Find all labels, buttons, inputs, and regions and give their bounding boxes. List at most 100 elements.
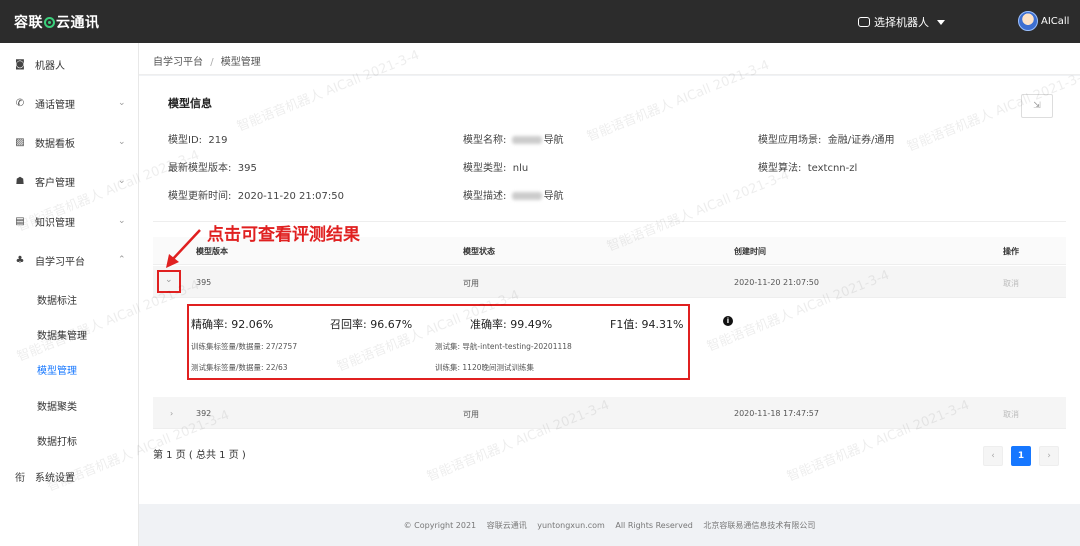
- annotation-text: 点击可查看评测结果: [207, 225, 360, 245]
- sidebar-subitem-labeling[interactable]: 数据打标: [37, 433, 77, 448]
- next-page-button[interactable]: ›: [1039, 446, 1059, 466]
- model-desc-value: 导航: [543, 191, 564, 202]
- breadcrumb-parent[interactable]: 自学习平台: [153, 57, 203, 68]
- model-scene-label: 模型应用场景:: [758, 135, 822, 146]
- sidebar: ◙ 机器人 ✆ 通话管理 ⌄ ▨ 数据看板 ⌄ ☗ 客户管理 ⌄ ▤ 知识管理 …: [0, 43, 139, 546]
- brand-logo: 容联 云通讯: [14, 12, 100, 32]
- sidebar-item-label: 机器人: [35, 60, 65, 72]
- breadcrumb-bar: 自学习平台 / 模型管理: [139, 43, 1080, 75]
- user-menu[interactable]: AICall: [1018, 11, 1069, 31]
- learn-icon: ♣: [15, 254, 25, 266]
- table-row: 395 可用 2020-11-20 21:07:50 取消: [153, 266, 1066, 298]
- test-label-count: 测试集标签量/数据量: 22/63: [191, 363, 288, 372]
- model-name: 模型名称: 导航: [463, 131, 564, 146]
- sidebar-item-robot[interactable]: ◙ 机器人: [0, 54, 139, 74]
- phone-icon: ✆: [15, 97, 25, 109]
- row-version: 392: [196, 409, 212, 418]
- chevron-down-icon: ⌄: [118, 98, 126, 108]
- row-created: 2020-11-20 21:07:50: [734, 278, 819, 287]
- chevron-down-icon: ⌄: [165, 275, 173, 285]
- chevron-right-icon[interactable]: ›: [170, 409, 173, 418]
- brand-left: 容联: [14, 15, 43, 31]
- footer-company-short: 容联云通讯: [486, 521, 527, 530]
- recall-value: 召回率: 96.67%: [330, 318, 413, 331]
- page-1-button[interactable]: 1: [1011, 446, 1031, 466]
- footer: © Copyright 2021 容联云通讯 yuntongxun.com Al…: [0, 520, 1080, 531]
- breadcrumb-current: 模型管理: [220, 57, 261, 68]
- sidebar-item-label: 自学习平台: [35, 256, 85, 268]
- eval-detail-panel: 精确率: 92.06% 召回率: 96.67% 准确率: 99.49% F1值:…: [187, 304, 690, 380]
- model-type-value: nlu: [512, 163, 529, 174]
- model-card: 模型信息 ⇲ 模型ID: 219 模型名称: 导航 模型应用场景: 金融/证券/…: [139, 76, 1080, 504]
- sidebar-item-customers[interactable]: ☗ 客户管理 ⌄: [0, 171, 139, 191]
- breadcrumb-separator: /: [210, 57, 214, 68]
- model-desc: 模型描述: 导航: [463, 187, 564, 202]
- footer-company-full: 北京容联易通信息技术有限公司: [703, 521, 816, 530]
- model-version: 最新模型版本: 395: [168, 159, 257, 174]
- row-action[interactable]: 取消: [1003, 278, 1019, 289]
- chevron-down-icon: ⌄: [118, 216, 126, 226]
- table-row: › 392 可用 2020-11-18 17:47:57 取消: [153, 397, 1066, 429]
- model-id: 模型ID: 219: [168, 131, 227, 146]
- footer-domain[interactable]: yuntongxun.com: [537, 521, 605, 530]
- header-actions: 操作: [1003, 247, 1019, 256]
- sidebar-item-label: 客户管理: [35, 177, 75, 189]
- model-updated-label: 模型更新时间:: [168, 191, 232, 202]
- settings-icon: 衔: [15, 472, 25, 484]
- sidebar-item-learning[interactable]: ♣ 自学习平台 ⌃: [0, 250, 139, 270]
- row-created: 2020-11-18 17:47:57: [734, 409, 819, 418]
- export-button[interactable]: ⇲: [1021, 94, 1053, 118]
- sidebar-subitem-annotation[interactable]: 数据标注: [37, 292, 77, 307]
- page-title: 模型信息: [168, 97, 212, 110]
- row-status: 可用: [463, 279, 479, 288]
- brand-dot-icon: [44, 17, 55, 28]
- model-scene-value: 金融/证券/通用: [827, 135, 895, 146]
- sidebar-item-label: 通话管理: [35, 99, 75, 111]
- sidebar-item-calls[interactable]: ✆ 通话管理 ⌄: [0, 93, 139, 113]
- model-scene: 模型应用场景: 金融/证券/通用: [758, 131, 894, 146]
- header-created: 创建时间: [734, 247, 766, 256]
- model-updated: 模型更新时间: 2020-11-20 21:07:50: [168, 187, 344, 202]
- model-name-value: 导航: [543, 135, 564, 146]
- model-algo-value: textcnn-zl: [807, 163, 858, 174]
- users-icon: ☗: [15, 175, 25, 187]
- sidebar-item-label: 系统设置: [35, 472, 75, 484]
- expand-row-button[interactable]: ⌄: [157, 270, 181, 293]
- model-algo: 模型算法: textcnn-zl: [758, 159, 857, 174]
- robot-select-label: 选择机器人: [874, 16, 929, 29]
- sidebar-item-dashboard[interactable]: ▨ 数据看板 ⌄: [0, 132, 139, 152]
- row-action[interactable]: 取消: [1003, 409, 1019, 420]
- info-icon[interactable]: i: [723, 316, 733, 326]
- model-type-label: 模型类型:: [463, 163, 507, 174]
- brand-right: 云通讯: [56, 15, 100, 31]
- user-name: AICall: [1041, 15, 1070, 27]
- precision-value: 精确率: 92.06%: [191, 318, 274, 331]
- model-updated-value: 2020-11-20 21:07:50: [237, 191, 344, 202]
- row-status: 可用: [463, 410, 479, 419]
- model-type: 模型类型: nlu: [463, 159, 528, 174]
- export-icon: ⇲: [1033, 101, 1041, 111]
- model-name-label: 模型名称:: [463, 135, 507, 146]
- breadcrumb: 自学习平台 / 模型管理: [153, 53, 261, 68]
- sidebar-subitem-models[interactable]: 模型管理: [37, 362, 77, 377]
- f1-value: F1值: 94.31%: [610, 318, 684, 331]
- chevron-down-icon: ⌄: [118, 176, 126, 186]
- sidebar-subitem-datasets[interactable]: 数据集管理: [37, 327, 87, 342]
- sidebar-subitem-clustering[interactable]: 数据聚类: [37, 398, 77, 413]
- sidebar-item-settings[interactable]: 衔 系统设置: [0, 466, 139, 486]
- chevron-down-icon: ⌄: [118, 137, 126, 147]
- train-label-count: 训练集标签量/数据量: 27/2757: [191, 342, 298, 351]
- robot-select-dropdown[interactable]: 选择机器人: [858, 14, 945, 30]
- model-version-label: 最新模型版本:: [168, 163, 232, 174]
- chevron-up-icon: ⌃: [118, 255, 126, 265]
- prev-page-button[interactable]: ‹: [983, 446, 1003, 466]
- robot-icon: [858, 17, 870, 27]
- footer-rights: All Rights Reserved: [615, 521, 693, 530]
- row-version: 395: [196, 278, 212, 287]
- redacted-text: [511, 192, 542, 200]
- redacted-text: [511, 136, 542, 144]
- sidebar-item-label: 知识管理: [35, 217, 75, 229]
- annotation-arrow: [166, 229, 201, 268]
- model-algo-label: 模型算法:: [758, 163, 802, 174]
- sidebar-item-knowledge[interactable]: ▤ 知识管理 ⌄: [0, 211, 139, 231]
